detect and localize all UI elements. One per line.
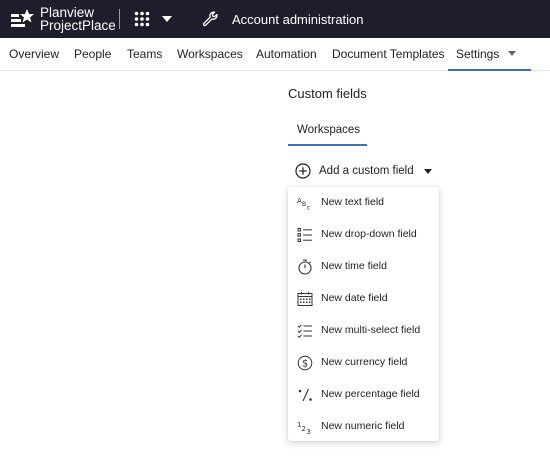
- menu-item-numeric-field[interactable]: 1 2 3 New numeric field: [288, 411, 439, 443]
- logo-icon: [11, 9, 34, 27]
- tab-document-templates[interactable]: Document Templates: [332, 38, 445, 71]
- chevron-down-icon: [423, 168, 432, 174]
- menu-item-text-field[interactable]: A B c New text field: [288, 187, 439, 219]
- percent-icon: [298, 388, 312, 402]
- add-custom-field-button[interactable]: Add a custom field: [295, 161, 432, 181]
- apps-menu-button[interactable]: [134, 9, 178, 29]
- menu-item-percentage-field[interactable]: New percentage field: [288, 379, 439, 411]
- menu-item-label: New currency field: [321, 356, 408, 368]
- menu-item-label: New time field: [321, 260, 387, 272]
- checklist-icon: [297, 324, 312, 339]
- tab-custom-fields-workspaces[interactable]: Workspaces: [288, 114, 367, 146]
- tab-teams[interactable]: Teams: [127, 38, 162, 71]
- stopwatch-icon: [298, 259, 312, 275]
- account-administration-label: Account administration: [232, 11, 364, 27]
- tab-overview[interactable]: Overview: [9, 38, 59, 71]
- logo-text: Planview ProjectPlace: [40, 6, 116, 33]
- numeric-icon: 1 2 3: [297, 421, 311, 435]
- tab-people[interactable]: People: [74, 38, 111, 71]
- planview-logo[interactable]: Planview ProjectPlace: [10, 5, 116, 33]
- custom-field-menu: A B c New text field New drop-down field…: [288, 187, 439, 441]
- grid-icon: [134, 11, 150, 27]
- svg-text:c: c: [307, 205, 310, 212]
- menu-item-label: New text field: [321, 196, 385, 208]
- svg-text:2: 2: [302, 425, 306, 433]
- menu-item-time-field[interactable]: New time field: [288, 251, 439, 283]
- calendar-icon: [297, 292, 313, 306]
- menu-item-label: New date field: [321, 292, 388, 304]
- logo-line-2: ProjectPlace: [40, 18, 116, 33]
- chevron-down-icon: [162, 16, 172, 22]
- top-divider: [119, 9, 120, 29]
- dollar-icon: $: [297, 355, 313, 371]
- svg-text:3: 3: [307, 428, 311, 435]
- wrench-icon: [202, 11, 218, 27]
- svg-text:B: B: [302, 201, 306, 208]
- menu-item-label: New multi-select field: [321, 324, 421, 336]
- menu-item-date-field[interactable]: New date field: [288, 283, 439, 315]
- plus-circle-icon: [295, 163, 311, 179]
- menu-item-label: New drop-down field: [321, 228, 417, 240]
- menu-item-currency-field[interactable]: $ New currency field: [288, 347, 439, 379]
- page-title: Custom fields: [288, 86, 367, 101]
- menu-item-label: New percentage field: [321, 388, 420, 400]
- account-administration-button[interactable]: Account administration: [202, 8, 364, 30]
- menu-item-dropdown-field[interactable]: New drop-down field: [288, 219, 439, 251]
- top-bar: Planview ProjectPlace Account administra…: [0, 0, 550, 38]
- nav-bar: Overview People Teams Workspaces Automat…: [0, 38, 550, 71]
- list-icon: [297, 228, 312, 242]
- menu-item-label: New numeric field: [321, 420, 405, 432]
- tab-automation[interactable]: Automation: [256, 38, 317, 71]
- sub-tab-label: Workspaces: [297, 124, 361, 136]
- add-custom-field-label: Add a custom field: [319, 165, 414, 177]
- svg-text:$: $: [302, 359, 308, 370]
- text-field-icon: A B c: [297, 197, 310, 212]
- tab-settings[interactable]: Settings: [448, 38, 531, 71]
- settings-chevron-down-icon[interactable]: [508, 51, 516, 56]
- menu-item-multi-select-field[interactable]: New multi-select field: [288, 315, 439, 347]
- tab-workspaces[interactable]: Workspaces: [177, 38, 243, 71]
